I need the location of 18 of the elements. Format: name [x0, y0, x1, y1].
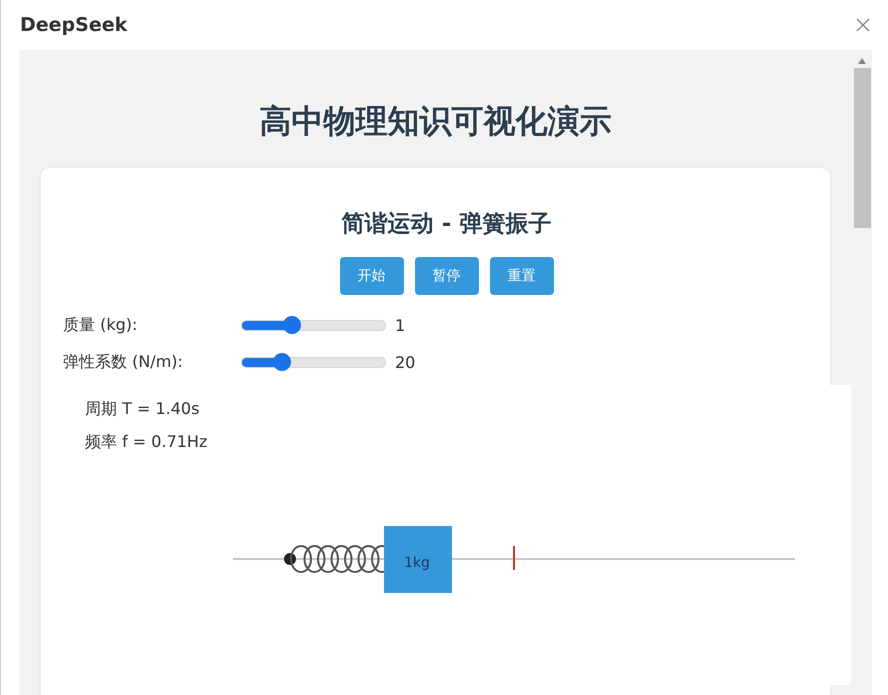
- close-icon[interactable]: [856, 18, 870, 32]
- scroll-up-icon[interactable]: [858, 58, 866, 64]
- slider-value: 1: [395, 316, 406, 335]
- mass-block: [384, 526, 452, 593]
- slider-label: 弹性系数 (N/m):: [63, 352, 184, 373]
- equilibrium-marker: [513, 546, 515, 570]
- window-title: DeepSeek: [20, 14, 128, 36]
- mass-label: 1kg: [404, 555, 430, 571]
- demo-title: 简谐运动 - 弹簧振子: [340, 210, 552, 239]
- slider-label: 质量 (kg):: [63, 315, 138, 336]
- scrollbar-thumb[interactable]: [854, 68, 870, 228]
- readout-text: 周期 T = 1.40s: [85, 399, 200, 420]
- page-title: 高中物理知识可视化演示: [258, 101, 612, 142]
- readout-text: 频率 f = 0.71Hz: [85, 432, 208, 453]
- control-button[interactable]: 暂停: [414, 257, 478, 295]
- control-button[interactable]: 重置: [490, 257, 554, 295]
- slider-value: 20: [395, 353, 416, 372]
- control-button[interactable]: 开始: [340, 257, 404, 295]
